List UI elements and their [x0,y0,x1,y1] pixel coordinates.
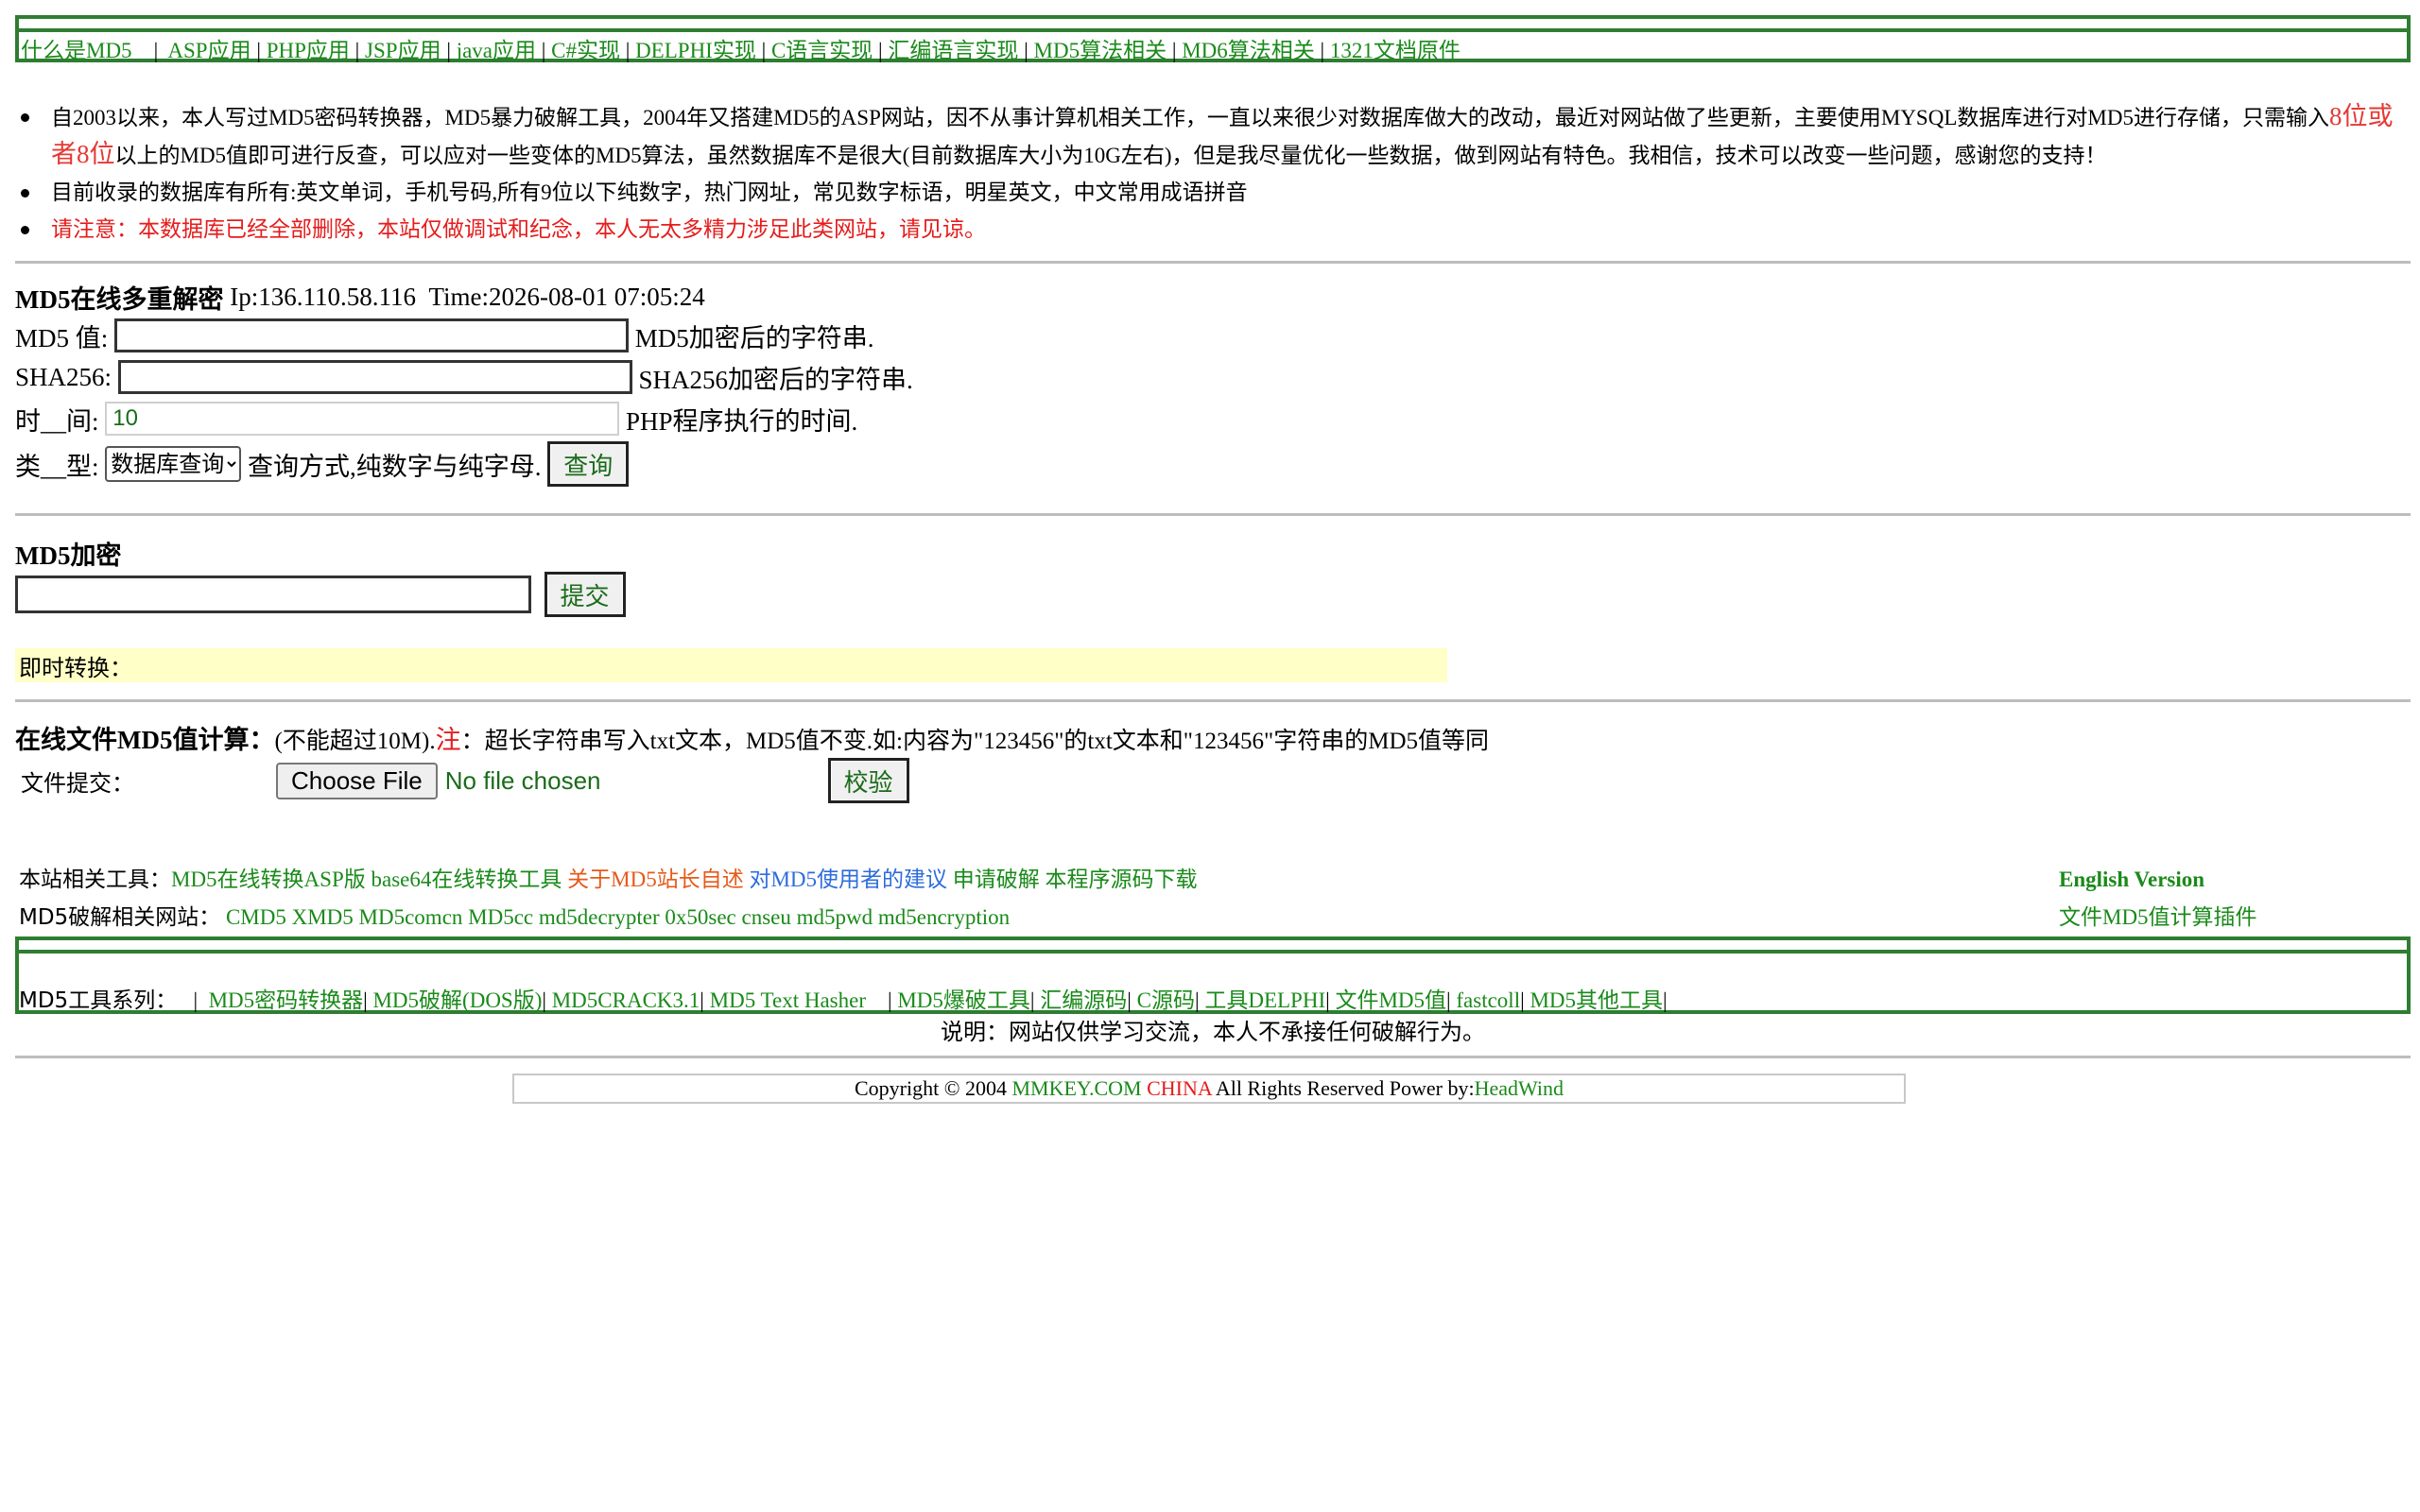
sha256-hint: SHA256加密后的字符串. [638,365,913,394]
no-file-text: No file chosen [444,765,601,795]
site-md5cc[interactable]: MD5cc [468,905,533,929]
copyright-bar: Copyright © 2004 MMKEY.COM CHINA All Rig… [512,1074,1906,1104]
tool-series-label: MD5工具系列： [19,988,178,1013]
nav-csharp[interactable]: C#实现 [551,39,620,62]
nav-jsp[interactable]: JSP应用 [365,39,441,62]
md5-label: MD5 值: [15,323,109,352]
crack-sites-label: MD5破解相关网站： [19,905,221,930]
site-md5pwd[interactable]: md5pwd [797,905,873,929]
copyright-china: CHINA [1141,1076,1212,1100]
tool-link-about[interactable]: 关于MD5站长自述 [567,868,744,891]
intro-item-1: 自2003以来，本人写过MD5密码转换器，MD5暴力破解工具，2004年又搭建M… [15,98,2411,174]
intro-text-1b: 以上的MD5值即可进行反查，可以应对一些变体的MD5算法，虽然数据库不是很大(目… [114,144,2107,167]
nav-c[interactable]: C语言实现 [771,39,873,62]
tool-series-box: MD5工具系列： | MD5密码转换器| MD5破解(DOS版)| MD5CRA… [15,936,2411,1014]
top-nav: 什么是MD5 | ASP应用 | PHP应用 | JSP应用 | java应用 … [15,15,2411,62]
file-note-b: ：超长字符串写入txt文本，MD5值不变.如:内容为"123456"的txt文本… [460,729,1489,754]
series-converter[interactable]: MD5密码转换器 [209,988,364,1012]
series-fastcoll[interactable]: fastcoll [1456,988,1520,1012]
sha256-label: SHA256: [15,362,112,391]
file-md5-section: 在线文件MD5值计算：(不能超过10M).注：超长字符串写入txt文本，MD5值… [15,719,2411,806]
intro-item-2: 目前收录的数据库有所有:英文单词，手机号码,所有9位以下纯数字，热门网址，常见数… [15,174,2411,211]
file-submit-label: 文件提交： [21,769,134,797]
copyright-author-link[interactable]: HeadWind [1475,1076,1564,1100]
encrypt-title: MD5加密 [15,541,122,570]
time-hint: PHP程序执行的时间. [626,406,858,436]
intro-text-1a: 自2003以来，本人写过MD5密码转换器，MD5暴力破解工具，2004年又搭建M… [51,106,2329,129]
type-label: 类__型: [15,452,99,481]
site-md5decrypter[interactable]: md5decrypter [539,905,660,929]
md5-hint: MD5加密后的字符串. [634,323,874,352]
decode-title: MD5在线多重解密 [15,284,224,314]
site-cnseu[interactable]: cnseu [742,905,791,929]
type-select[interactable]: 数据库查询 [105,446,242,482]
divider [15,261,2411,264]
tool-link-source[interactable]: 本程序源码下载 [1046,868,1198,891]
instant-label: 即时转换： [19,654,132,681]
submit-button[interactable]: 提交 [544,572,626,617]
tools-section: 本站相关工具：MD5在线转换ASP版 base64在线转换工具 关于MD5站长自… [15,861,2411,936]
file-note-a: (不能超过10M). [274,729,436,754]
nav-1321-doc[interactable]: 1321文档原件 [1330,39,1461,62]
file-note-red: 注 [435,726,461,754]
query-button[interactable]: 查询 [547,441,630,487]
divider [15,513,2411,516]
nav-java[interactable]: java应用 [457,39,536,62]
site-xmd5[interactable]: XMD5 [292,905,354,929]
type-hint: 查询方式,纯数字与纯字母. [248,452,542,481]
series-file-md5[interactable]: 文件MD5值 [1335,988,1446,1012]
verify-button[interactable]: 校验 [827,758,909,803]
decode-form: MD5在线多重解密 Ip:136.110.58.116 Time:2026-08… [15,279,2411,489]
tool-series-links: MD5工具系列： | MD5密码转换器| MD5破解(DOS版)| MD5CRA… [19,988,1668,1013]
tools-label: 本站相关工具： [19,868,171,892]
copyright-rights: All Rights Reserved Power by: [1211,1076,1475,1100]
encrypt-section: MD5加密 提交 即时转换： [15,535,2411,682]
file-md5-plugin-link[interactable]: 文件MD5值计算插件 [2059,899,2257,936]
series-delphi-tool[interactable]: 工具DELPHI [1204,988,1325,1012]
nav-php[interactable]: PHP应用 [267,39,350,62]
instant-convert-bar: 即时转换： [15,648,1447,682]
tool-link-advice[interactable]: 对MD5使用者的建议 [749,868,947,891]
tool-link-base64[interactable]: base64在线转换工具 [372,868,562,891]
site-cmd5[interactable]: CMD5 [226,905,286,929]
site-0x50sec[interactable]: 0x50sec [665,905,735,929]
divider [15,699,2411,702]
time-label: 时__间: [15,406,99,436]
english-version-link[interactable]: English Version [2059,861,2204,899]
intro-text-2: 目前收录的数据库有所有:英文单词，手机号码,所有9位以下纯数字，热门网址，常见数… [51,180,1248,204]
time-text: Time:2026-08-01 07:05:24 [428,282,705,311]
intro-section: 自2003以来，本人写过MD5密码转换器，MD5暴力破解工具，2004年又搭建M… [15,98,2411,248]
choose-file-button[interactable]: Choose File [276,762,438,799]
series-asm-source[interactable]: 汇编源码 [1040,988,1127,1012]
tool-link-asp[interactable]: MD5在线转换ASP版 [171,868,366,891]
nav-asm[interactable]: 汇编语言实现 [888,39,1018,62]
tool-link-apply[interactable]: 申请破解 [953,868,1040,891]
sha256-input[interactable] [117,360,632,394]
time-input[interactable] [105,402,620,436]
nav-md6-algo[interactable]: MD6算法相关 [1182,39,1315,62]
md5-input[interactable] [114,318,630,352]
file-title: 在线文件MD5值计算： [15,726,275,754]
tool-series-rule [15,950,2411,954]
nav-asp[interactable]: ASP应用 [167,39,251,62]
site-md5encryption[interactable]: md5encryption [878,905,1010,929]
ip-text: Ip:136.110.58.116 [230,282,416,311]
encrypt-input[interactable] [15,576,531,613]
site-md5comcn[interactable]: MD5comcn [359,905,463,929]
series-bruteforce[interactable]: MD5爆破工具 [897,988,1030,1012]
top-nav-links: 什么是MD5 | ASP应用 | PHP应用 | JSP应用 | java应用 … [21,39,1461,62]
series-other[interactable]: MD5其他工具 [1530,988,1663,1012]
series-c-source[interactable]: C源码 [1137,988,1195,1012]
series-text-hasher[interactable]: MD5 Text Hasher [710,988,866,1012]
copyright-site-link[interactable]: MMKEY.COM [1011,1076,1141,1100]
nav-md5-algo[interactable]: MD5算法相关 [1034,39,1167,62]
series-crack31[interactable]: MD5CRACK3.1 [552,988,700,1012]
intro-item-3: 请注意：本数据库已经全部删除，本站仅做调试和纪念，本人无太多精力涉足此类网站，请… [15,211,2411,248]
series-dos[interactable]: MD5破解(DOS版) [372,988,542,1012]
copyright-text: Copyright © 2004 [855,1076,1012,1100]
notice-text: 说明：网站仅供学习交流，本人不承接任何破解行为。 [941,1019,1485,1045]
nav-what-is-md5[interactable]: 什么是MD5 [21,39,132,62]
intro-warning: 请注意：本数据库已经全部删除，本站仅做调试和纪念，本人无太多精力涉足此类网站，请… [51,217,986,241]
nav-delphi[interactable]: DELPHI实现 [635,39,756,62]
